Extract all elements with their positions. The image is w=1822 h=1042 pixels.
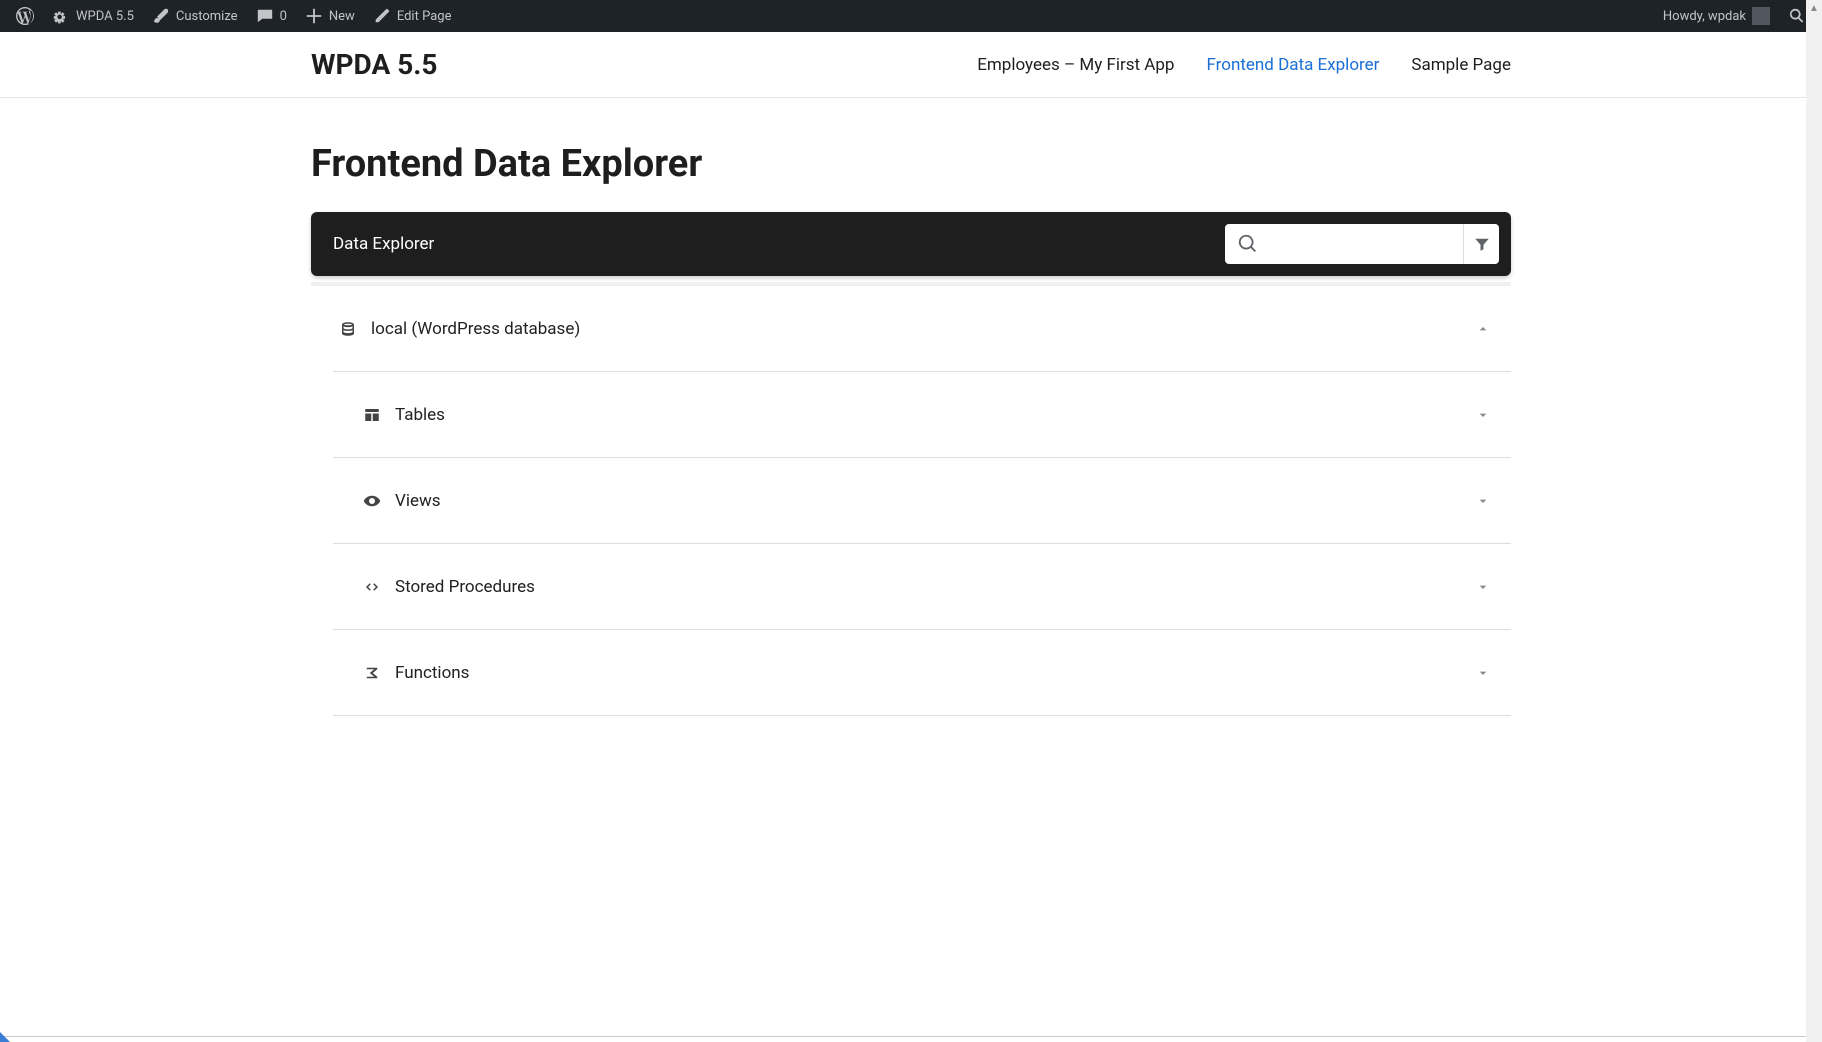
adminbar-customize[interactable]: Customize bbox=[144, 0, 246, 32]
tables-icon bbox=[363, 406, 381, 424]
adminbar-comments-count: 0 bbox=[280, 9, 287, 24]
nav-link-sample-page[interactable]: Sample Page bbox=[1411, 55, 1511, 75]
search-button[interactable] bbox=[1225, 224, 1271, 264]
filter-button[interactable] bbox=[1463, 224, 1499, 264]
search-wrap bbox=[1225, 224, 1499, 264]
search-icon bbox=[1788, 7, 1806, 25]
database-icon bbox=[339, 320, 357, 338]
tree-tables-label: Tables bbox=[395, 405, 445, 425]
tree-row-tables[interactable]: Tables bbox=[333, 372, 1511, 458]
site-nav: Employees – My First App Frontend Data E… bbox=[977, 55, 1511, 75]
page-title: Frontend Data Explorer bbox=[311, 142, 1511, 186]
panel-header: Data Explorer bbox=[311, 212, 1511, 276]
search-icon bbox=[1237, 233, 1259, 255]
chevron-down-icon bbox=[1475, 493, 1491, 509]
adminbar-customize-label: Customize bbox=[176, 9, 238, 24]
wp-logo[interactable] bbox=[8, 0, 42, 32]
tree-row-views[interactable]: Views bbox=[333, 458, 1511, 544]
tree-func-label: Functions bbox=[395, 663, 469, 683]
adminbar-howdy[interactable]: Howdy, wpdak bbox=[1655, 0, 1778, 32]
scroll-up-icon[interactable]: ▲ bbox=[1806, 0, 1822, 17]
adminbar-howdy-label: Howdy, wpdak bbox=[1663, 9, 1746, 24]
chevron-up-icon bbox=[1475, 321, 1491, 337]
tree-row-functions[interactable]: Functions bbox=[333, 630, 1511, 716]
panel-title: Data Explorer bbox=[333, 234, 434, 254]
nav-link-frontend-data-explorer[interactable]: Frontend Data Explorer bbox=[1206, 55, 1379, 75]
nav-link-employees[interactable]: Employees – My First App bbox=[977, 55, 1174, 75]
adminbar-comments[interactable]: 0 bbox=[248, 0, 295, 32]
func-icon bbox=[363, 664, 381, 682]
adminbar-site-name[interactable]: WPDA 5.5 bbox=[44, 0, 142, 32]
pencil-icon bbox=[373, 7, 391, 25]
chevron-down-icon bbox=[1475, 407, 1491, 423]
page-content: Frontend Data Explorer Data Explorer loc… bbox=[311, 98, 1511, 716]
site-title[interactable]: WPDA 5.5 bbox=[311, 48, 437, 81]
tree-views-label: Views bbox=[395, 491, 441, 511]
tree: local (WordPress database) Tables Views … bbox=[311, 286, 1511, 716]
plus-icon bbox=[305, 7, 323, 25]
window-bottom-edge bbox=[0, 1036, 1806, 1042]
comments-icon bbox=[256, 7, 274, 25]
adminbar-new-label: New bbox=[329, 9, 355, 24]
chevron-down-icon bbox=[1475, 665, 1491, 681]
site-header: WPDA 5.5 Employees – My First App Fronte… bbox=[0, 32, 1822, 98]
dashboard-icon bbox=[52, 7, 70, 25]
adminbar-new[interactable]: New bbox=[297, 0, 363, 32]
tree-row-stored-procedures[interactable]: Stored Procedures bbox=[333, 544, 1511, 630]
tree-row-database[interactable]: local (WordPress database) bbox=[333, 286, 1511, 372]
adminbar-edit-page-label: Edit Page bbox=[397, 9, 452, 24]
adminbar-edit-page[interactable]: Edit Page bbox=[365, 0, 460, 32]
brush-icon bbox=[152, 7, 170, 25]
tree-database-label: local (WordPress database) bbox=[371, 319, 580, 339]
adminbar-site-name-label: WPDA 5.5 bbox=[76, 9, 134, 24]
tree-proc-label: Stored Procedures bbox=[395, 577, 535, 597]
chevron-down-icon bbox=[1475, 579, 1491, 595]
filter-icon bbox=[1473, 235, 1491, 253]
corner-indicator-icon bbox=[0, 1032, 10, 1042]
views-icon bbox=[363, 492, 381, 510]
wordpress-icon bbox=[16, 7, 34, 25]
search-input[interactable] bbox=[1271, 224, 1463, 264]
wp-admin-bar: WPDA 5.5 Customize 0 New Edit Page Howdy… bbox=[0, 0, 1822, 32]
scrollbar-vertical[interactable]: ▲ bbox=[1806, 0, 1822, 1042]
avatar bbox=[1752, 7, 1770, 25]
proc-icon bbox=[363, 578, 381, 596]
